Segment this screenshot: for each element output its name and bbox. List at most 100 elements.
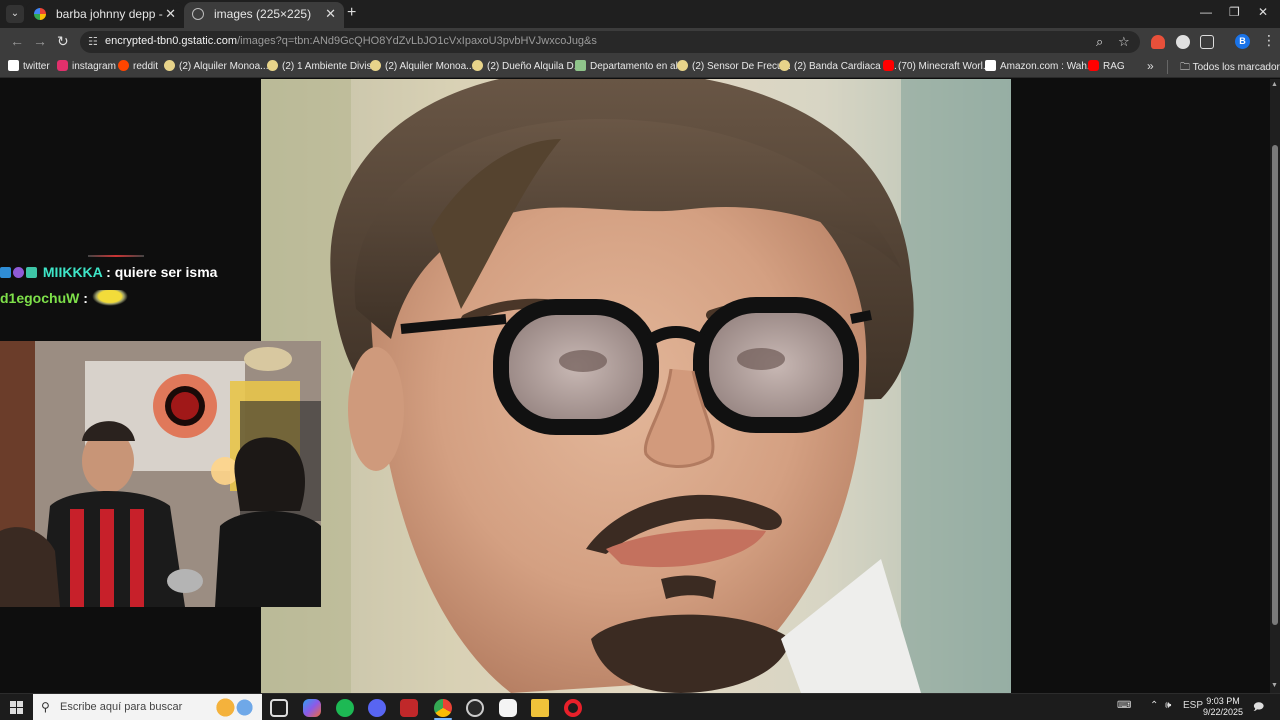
volume-icon[interactable]: 🕪 — [1165, 700, 1171, 711]
spotify-icon[interactable] — [336, 699, 354, 717]
file-explorer-icon[interactable] — [531, 699, 549, 717]
close-tab-icon[interactable]: ✕ — [165, 2, 176, 26]
chat-text: : — [83, 290, 88, 306]
taskbar: ⚲ Escribe aquí para buscar ⌨ ⌃ 🕪 ESP 9:0… — [0, 693, 1280, 720]
bookmark-item[interactable]: (2) Banda Cardiaca J... — [779, 60, 897, 74]
displayed-image[interactable] — [261, 79, 1011, 693]
notifications-icon[interactable]: 🗩 — [1253, 700, 1264, 717]
badge-icon — [26, 267, 37, 278]
restore-icon[interactable]: ❐ — [1229, 5, 1240, 19]
zoom-icon[interactable]: ⌕ — [1096, 34, 1103, 50]
tab-images[interactable]: images (225×225) ✕ — [184, 2, 344, 28]
bookmark-item[interactable]: (2) Alquiler Monoa... — [164, 60, 269, 74]
badge-icon — [13, 267, 24, 278]
extension-icon[interactable] — [1151, 35, 1165, 49]
listing-icon — [779, 60, 790, 71]
copilot-icon[interactable] — [303, 699, 321, 717]
x-icon — [8, 60, 19, 71]
extension-icon[interactable] — [1176, 35, 1190, 49]
chat-username: d1egochuW — [0, 290, 80, 306]
divider — [1167, 60, 1168, 74]
google-icon — [34, 8, 46, 20]
browser-toolbar: ← → ↻ ☷ encrypted-tbn0.gstatic.com/image… — [0, 28, 1280, 56]
keyboard-icon[interactable]: ⌨ — [1117, 700, 1131, 711]
tab-google-search[interactable]: barba johnny depp - Buscar con Google ✕ — [26, 2, 184, 28]
scroll-thumb[interactable] — [1272, 145, 1278, 625]
capcut-icon[interactable] — [499, 699, 517, 717]
page-content: ▲ ▼ MIIKKKA : quiere ser isma d1egochuW … — [0, 79, 1280, 693]
clock[interactable]: 9:03 PM 9/22/2025 — [1198, 696, 1248, 718]
listing-icon — [472, 60, 483, 71]
close-window-icon[interactable]: ✕ — [1258, 5, 1268, 19]
bookmark-instagram[interactable]: instagram — [57, 60, 116, 74]
bookmark-item[interactable]: (2) Alquiler Monoa... — [370, 60, 475, 74]
chat-message: MIIKKKA : quiere ser isma — [0, 264, 217, 280]
reddit-icon — [118, 60, 129, 71]
tab-search-icon[interactable]: ⌄ — [6, 5, 24, 23]
badge-icon — [0, 267, 11, 278]
bookmark-item[interactable]: Departamento en al... — [575, 60, 686, 74]
opera-icon[interactable] — [564, 699, 582, 717]
amazon-icon — [985, 60, 996, 71]
chat-message: d1egochuW : — [0, 290, 128, 306]
forward-button[interactable]: → — [33, 33, 47, 49]
folder-icon: 🗀 — [1180, 62, 1193, 73]
site-info-icon[interactable]: ☷ — [88, 35, 98, 48]
youtube-icon — [883, 60, 894, 71]
menu-icon[interactable]: ⋮ — [1262, 32, 1276, 49]
steam-icon[interactable] — [466, 699, 484, 717]
globe-icon — [192, 8, 204, 20]
scroll-up-icon[interactable]: ▲ — [1271, 81, 1278, 88]
bookmark-item[interactable]: (2) 1 Ambiente Divis... — [267, 60, 380, 74]
webcam-scene — [0, 341, 321, 607]
image-icon — [575, 60, 586, 71]
bookmark-reddit[interactable]: reddit — [118, 60, 158, 74]
taskbar-search[interactable]: ⚲ Escribe aquí para buscar — [33, 694, 262, 720]
listing-icon — [267, 60, 278, 71]
extensions-puzzle-icon[interactable] — [1200, 35, 1214, 49]
address-bar[interactable]: ☷ encrypted-tbn0.gstatic.com/images?q=tb… — [80, 31, 1140, 53]
back-button[interactable]: ← — [10, 33, 24, 49]
tab-strip: ⌄ barba johnny depp - Buscar con Google … — [0, 0, 1280, 28]
scroll-down-icon[interactable]: ▼ — [1271, 682, 1278, 689]
reload-button[interactable]: ↻ — [57, 33, 69, 50]
bookmark-item[interactable]: (2) Sensor De Frecu... — [677, 60, 791, 74]
bookmark-twitter[interactable]: twitter — [8, 60, 50, 74]
bookmark-item[interactable]: RAG — [1088, 60, 1125, 74]
task-view-icon[interactable] — [270, 699, 288, 717]
bookmarks-bar: twitter instagram reddit (2) Alquiler Mo… — [0, 56, 1280, 78]
close-tab-icon[interactable]: ✕ — [325, 2, 336, 26]
more-bookmarks-icon[interactable]: » — [1147, 59, 1154, 73]
scrollbar[interactable]: ▲ ▼ — [1270, 79, 1280, 693]
profile-avatar[interactable]: B — [1235, 34, 1250, 49]
portrait-illustration — [261, 79, 1011, 693]
url-text[interactable]: encrypted-tbn0.gstatic.com/images?q=tbn:… — [105, 35, 597, 47]
app-icon[interactable] — [400, 699, 418, 717]
chat-username: MIIKKKA — [42, 264, 103, 280]
discord-icon[interactable] — [368, 699, 386, 717]
search-input[interactable]: Escribe aquí para buscar — [60, 701, 182, 713]
chat-divider — [88, 255, 144, 257]
search-icon: ⚲ — [41, 700, 50, 714]
clock-date: 9/22/2025 — [1202, 707, 1244, 717]
bookmark-item[interactable]: (2) Dueño Alquila D... — [472, 60, 582, 74]
webcam-overlay — [0, 341, 321, 607]
all-bookmarks-folder[interactable]: 🗀 Todos los marcadores — [1180, 60, 1280, 77]
youtube-icon — [1088, 60, 1099, 71]
new-tab-button[interactable]: + — [347, 4, 361, 22]
listing-icon — [164, 60, 175, 71]
search-highlight-icon — [211, 696, 259, 719]
screen: ⌄ barba johnny depp - Buscar con Google … — [0, 0, 1280, 720]
minimize-icon[interactable]: — — [1200, 5, 1212, 19]
chrome-icon[interactable] — [434, 699, 452, 717]
emote-icon — [91, 290, 128, 306]
bookmark-item[interactable]: (70) Minecraft Worl... — [883, 60, 991, 74]
listing-icon — [370, 60, 381, 71]
bookmark-star-icon[interactable]: ☆ — [1118, 34, 1130, 50]
windows-start-icon[interactable] — [10, 701, 23, 714]
tab-title: images (225×225) — [214, 7, 312, 21]
tab-title: barba johnny depp - Buscar con Google — [56, 7, 164, 21]
show-hidden-icons-icon[interactable]: ⌃ — [1150, 700, 1158, 711]
instagram-icon — [57, 60, 68, 71]
bookmark-item[interactable]: Amazon.com : Wah... — [985, 60, 1095, 74]
